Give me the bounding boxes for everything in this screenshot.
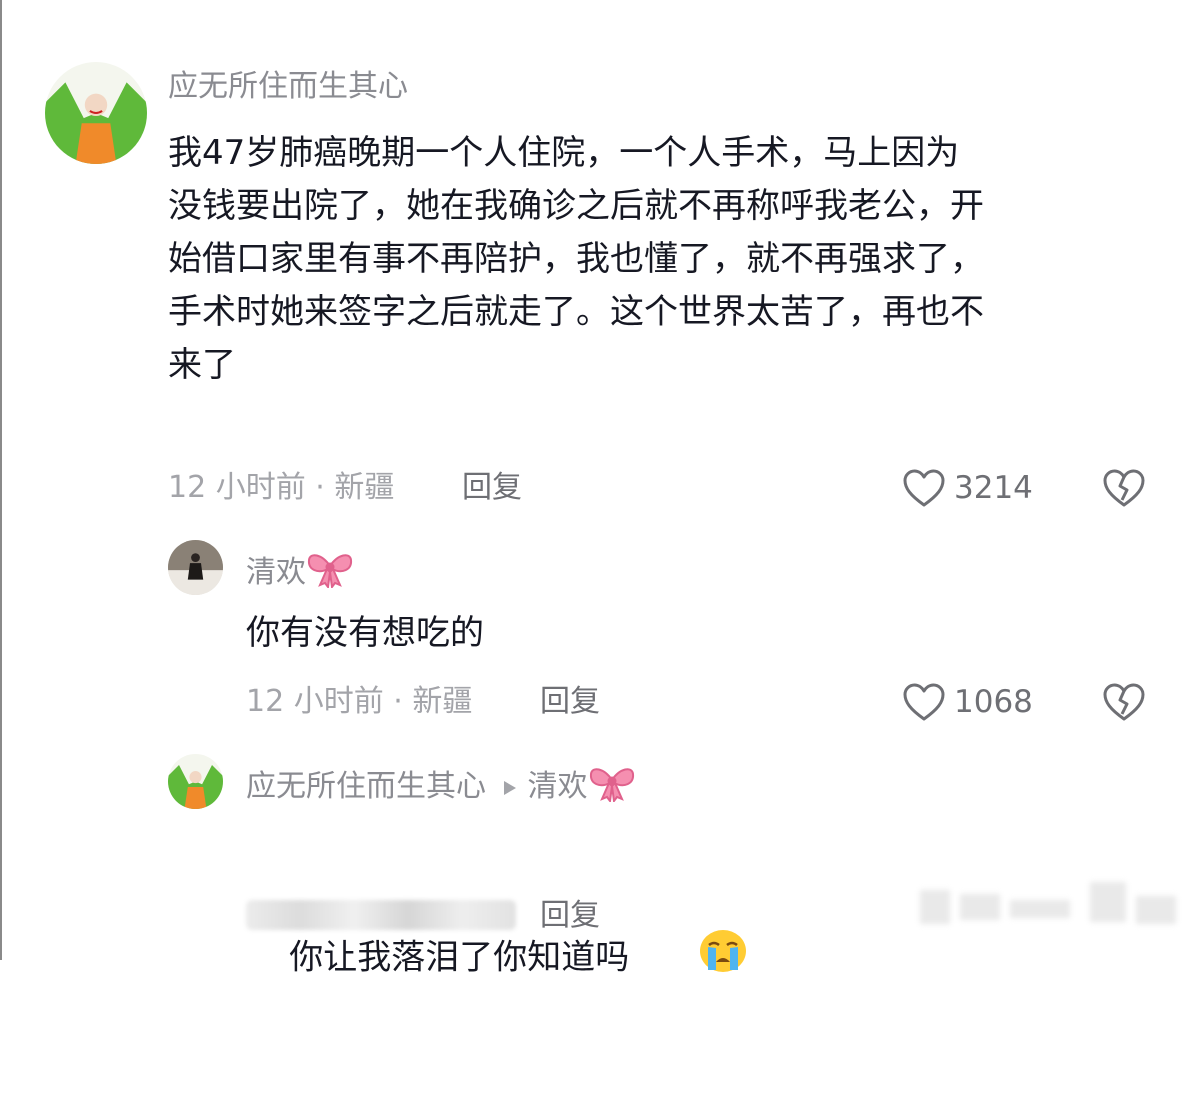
blurred-watermark	[900, 870, 1190, 950]
reply-button[interactable]: 回复	[540, 896, 600, 936]
like-count: 1068	[954, 684, 1033, 720]
left-edge-line	[0, 0, 2, 960]
heart-icon	[903, 469, 945, 507]
joker-avatar[interactable]	[45, 62, 147, 164]
comment-meta: 12 小时前 · 新疆	[168, 470, 395, 505]
comment-username[interactable]: 应无所住而生其心	[168, 67, 408, 107]
pink-bow-icon	[588, 762, 636, 813]
reply-meta: 12 小时前 · 新疆	[246, 684, 473, 719]
person-avatar[interactable]	[168, 540, 223, 595]
reply-username[interactable]: 清欢	[246, 548, 354, 599]
reply-arrow-icon	[502, 768, 518, 808]
joker-avatar[interactable]	[168, 754, 223, 809]
reply-button[interactable]: 回复	[462, 468, 522, 508]
like-button[interactable]: 1068	[902, 682, 1033, 722]
comment-text: 我47岁肺癌晚期一个人住院，一个人手术，马上因为 没钱要出院了，她在我确诊之后就…	[168, 133, 984, 385]
broken-heart-icon[interactable]	[1102, 468, 1146, 508]
like-count: 3214	[954, 470, 1033, 506]
reply-username[interactable]: 应无所住而生其心 清欢	[246, 762, 636, 813]
reply-button[interactable]: 回复	[540, 682, 600, 722]
reply-text: 你有没有想吃的	[246, 613, 484, 653]
broken-heart-icon[interactable]	[1102, 682, 1146, 722]
crying-face-icon	[633, 875, 748, 1043]
heart-icon	[903, 683, 945, 721]
pink-bow-icon	[306, 548, 354, 599]
reply-text: 你让我落泪了你知道吗	[246, 822, 748, 1096]
like-button[interactable]: 3214	[902, 468, 1033, 508]
blurred-meta	[246, 900, 516, 930]
